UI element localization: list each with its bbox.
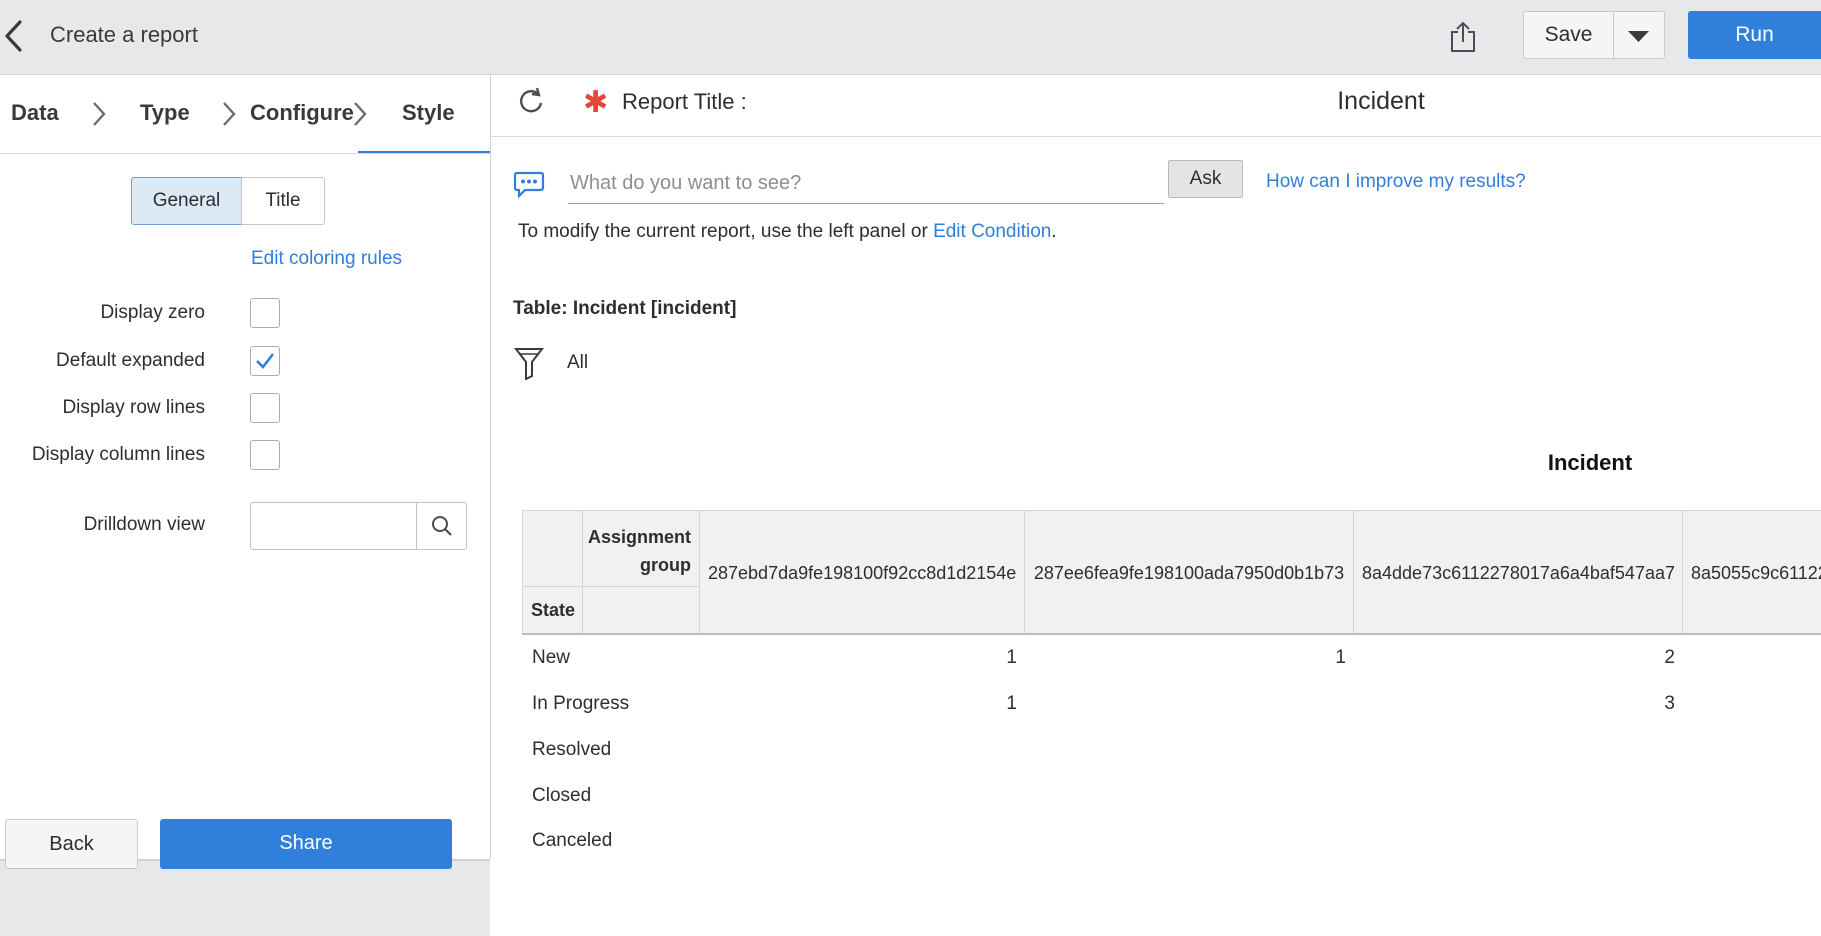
drilldown-view-input[interactable]: [250, 502, 417, 550]
step-configure[interactable]: Configure: [250, 100, 354, 126]
modify-hint-text: To modify the current report, use the le…: [518, 221, 928, 242]
report-title-input[interactable]: Incident: [1201, 87, 1561, 116]
row-label-closed[interactable]: Closed: [532, 785, 591, 807]
drilldown-view-label: Drilldown view: [83, 514, 205, 535]
filter-condition-text: All: [567, 352, 589, 373]
table-cell[interactable]: 2: [1353, 647, 1675, 669]
column-header[interactable]: 8a5055c9c61122: [1682, 510, 1821, 634]
table-cell[interactable]: 1: [1024, 647, 1346, 669]
page-title: Create a report: [50, 22, 198, 47]
filter-funnel-icon[interactable]: [514, 346, 544, 380]
required-asterisk-icon: ✱: [583, 86, 609, 119]
back-button[interactable]: Back: [5, 819, 138, 869]
display-column-lines-label: Display column lines: [31, 444, 205, 465]
default-expanded-label: Default expanded: [56, 350, 205, 371]
chart-title: Incident: [1547, 450, 1633, 475]
save-button[interactable]: Save: [1524, 12, 1614, 58]
display-zero-checkbox[interactable]: [250, 298, 280, 328]
caret-down-icon: [1628, 31, 1649, 42]
table-cell[interactable]: 3: [1353, 693, 1675, 715]
row-label-resolved[interactable]: Resolved: [532, 739, 611, 761]
step-data[interactable]: Data: [11, 100, 59, 126]
chevron-right-icon: [354, 102, 367, 126]
table-cell[interactable]: 1: [699, 647, 1017, 669]
share-icon[interactable]: [1448, 20, 1478, 54]
search-icon: [432, 516, 452, 536]
column-group-header: Assignment group: [582, 510, 700, 587]
pivot-table: Assignment group State 287ebd7da9fe198100…: [522, 510, 1821, 859]
display-row-lines-checkbox[interactable]: [250, 393, 280, 423]
modify-hint: To modify the current report, use the le…: [518, 221, 1057, 243]
chevron-right-icon: [223, 102, 236, 126]
table-cell[interactable]: 1: [699, 693, 1017, 715]
style-panel: Data Type Configure Style General Title …: [0, 75, 491, 936]
table-label: Table: Incident [incident]: [513, 298, 737, 319]
header-divider: [522, 633, 1821, 635]
top-header: Create a report Save Run: [0, 0, 1821, 75]
display-zero-label: Display zero: [100, 302, 205, 323]
edit-coloring-rules-link[interactable]: Edit coloring rules: [251, 248, 402, 270]
active-step-indicator: [358, 151, 490, 153]
refresh-icon[interactable]: [515, 85, 547, 117]
edit-condition-link[interactable]: Edit Condition: [933, 221, 1051, 242]
pivot-corner-cell: [522, 510, 583, 587]
save-button-group: Save: [1523, 11, 1665, 59]
display-column-lines-checkbox[interactable]: [250, 440, 280, 470]
default-expanded-checkbox[interactable]: [250, 346, 280, 376]
run-button[interactable]: Run: [1688, 11, 1821, 59]
row-group-header: State: [522, 586, 583, 634]
display-row-lines-label: Display row lines: [62, 397, 205, 418]
tab-title[interactable]: Title: [241, 177, 325, 225]
save-options-dropdown[interactable]: [1613, 12, 1664, 58]
column-header[interactable]: 8a4dde73c6112278017a6a4baf547aa7: [1353, 510, 1683, 634]
column-header[interactable]: 287ee6fea9fe198100ada7950d0b1b73: [1024, 510, 1354, 634]
modify-hint-period: .: [1051, 221, 1057, 242]
chat-bubble-icon: [513, 171, 545, 198]
step-style[interactable]: Style: [402, 100, 455, 126]
share-button[interactable]: Share: [160, 819, 452, 869]
row-label-new[interactable]: New: [532, 647, 570, 669]
panel-footer: [0, 859, 490, 936]
ask-button[interactable]: Ask: [1168, 160, 1243, 198]
back-chevron-icon[interactable]: [2, 18, 26, 54]
report-title-row: ✱ Report Title : Incident: [491, 75, 1821, 137]
improve-results-link[interactable]: How can I improve my results?: [1266, 171, 1526, 193]
column-header[interactable]: 287ebd7da9fe198100f92cc8d1d2154e: [699, 510, 1025, 634]
drilldown-lookup-button[interactable]: [416, 502, 467, 550]
step-type[interactable]: Type: [140, 100, 190, 126]
tab-general[interactable]: General: [131, 177, 242, 225]
pivot-subheader-cell: [582, 586, 700, 634]
wizard-steps: Data Type Configure Style: [0, 75, 490, 154]
chevron-right-icon: [93, 102, 106, 126]
report-title-label: Report Title :: [622, 89, 747, 114]
ask-input[interactable]: [568, 163, 1164, 204]
row-label-canceled[interactable]: Canceled: [532, 830, 612, 852]
checkmark-icon: [256, 353, 275, 369]
row-label-in-progress[interactable]: In Progress: [532, 693, 629, 715]
